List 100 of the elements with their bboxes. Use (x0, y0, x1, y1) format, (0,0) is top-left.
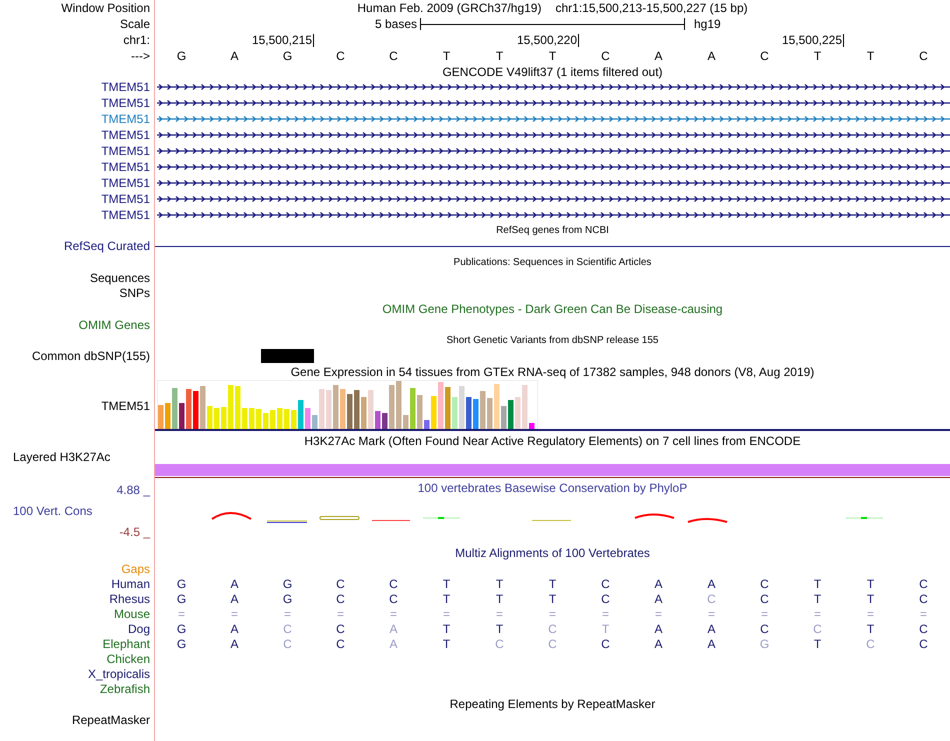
expression-bar[interactable] (501, 406, 506, 429)
expression-bar[interactable] (319, 389, 324, 429)
expression-bar[interactable] (508, 400, 514, 429)
expression-bar[interactable] (522, 385, 528, 429)
expression-bar[interactable] (221, 407, 226, 429)
expression-bar[interactable] (529, 423, 534, 429)
aligned-base: A (654, 636, 662, 650)
aligned-base: A (707, 622, 716, 636)
expression-bar[interactable] (242, 408, 248, 429)
track-label[interactable]: Rhesus (109, 592, 150, 606)
expression-bar[interactable] (396, 381, 402, 429)
expression-bar[interactable] (193, 391, 198, 429)
expression-bar[interactable] (410, 388, 416, 429)
track-label[interactable]: Mouse (114, 606, 150, 620)
expression-bar[interactable] (228, 385, 234, 429)
track-label[interactable]: TMEM51 (101, 399, 150, 413)
variant-block[interactable] (261, 348, 314, 362)
aligned-base: T (602, 622, 610, 636)
gene-label[interactable]: TMEM51 (101, 192, 150, 206)
expression-bar[interactable] (480, 391, 486, 429)
aligned-base: = (920, 606, 927, 620)
base-letter: T (496, 49, 504, 63)
base-letter: C (601, 49, 610, 63)
track-label[interactable]: Zebrafish (100, 682, 150, 696)
base-letter: T (814, 49, 822, 63)
expression-bar[interactable] (165, 403, 170, 429)
gene-arrow-line[interactable] (156, 212, 950, 218)
expression-bar[interactable] (438, 382, 444, 429)
expression-bar[interactable] (326, 390, 332, 429)
track-label[interactable]: Dog (128, 622, 150, 636)
expression-bar[interactable] (424, 420, 430, 429)
expression-bar[interactable] (263, 413, 268, 429)
gene-label[interactable]: TMEM51 (101, 144, 150, 158)
gene-arrow-line[interactable] (156, 196, 950, 202)
track-label[interactable]: Chicken (106, 652, 150, 666)
expression-bar[interactable] (452, 397, 458, 429)
expression-bar[interactable] (417, 395, 422, 429)
track-label[interactable]: RefSeq Curated (64, 239, 150, 253)
gene-label[interactable]: TMEM51 (101, 96, 150, 110)
expression-bar[interactable] (487, 398, 492, 429)
aligned-base: T (866, 576, 874, 590)
expression-bar[interactable] (333, 385, 338, 429)
track-label[interactable]: 100 Vert. Cons (13, 504, 92, 518)
expression-bar[interactable] (515, 397, 520, 429)
track-label[interactable]: SNPs (119, 286, 150, 300)
track-label[interactable]: Elephant (102, 636, 150, 650)
track-label[interactable]: RepeatMasker (72, 712, 150, 726)
gene-label[interactable]: TMEM51 (101, 128, 150, 142)
expression-bar[interactable] (214, 408, 220, 429)
expression-bar[interactable] (431, 396, 436, 429)
expression-bar[interactable] (347, 394, 352, 429)
track-label[interactable]: Human (111, 576, 150, 590)
expression-bar[interactable] (312, 415, 318, 429)
expression-bar[interactable] (340, 389, 346, 429)
track-label[interactable]: Sequences (90, 270, 150, 284)
gene-label[interactable]: TMEM51 (101, 112, 150, 126)
gene-arrow-line[interactable] (156, 132, 950, 138)
expression-bar[interactable] (375, 411, 380, 429)
expression-bar[interactable] (277, 408, 282, 429)
expression-bar[interactable] (186, 389, 192, 429)
gene-arrow-line[interactable] (156, 180, 950, 186)
gene-arrow-line[interactable] (156, 100, 950, 106)
expression-bar[interactable] (200, 386, 206, 429)
expression-bar[interactable] (235, 386, 240, 429)
expression-bar[interactable] (368, 390, 374, 429)
expression-bar[interactable] (305, 408, 310, 429)
expression-bar[interactable] (445, 387, 450, 429)
gene-arrow-line[interactable] (156, 164, 950, 170)
track-label[interactable]: X_tropicalis (88, 666, 150, 680)
expression-bar[interactable] (284, 409, 290, 429)
expression-bar[interactable] (179, 403, 184, 429)
expression-bar[interactable] (473, 399, 478, 429)
gene-label[interactable]: TMEM51 (101, 80, 150, 94)
expression-bar[interactable] (207, 406, 212, 429)
aligned-base: G (176, 576, 186, 590)
gene-label[interactable]: TMEM51 (101, 208, 150, 222)
expression-bar[interactable] (298, 400, 304, 429)
track-label[interactable]: Layered H3K27Ac (13, 450, 110, 464)
expression-bar[interactable] (270, 410, 276, 429)
aligned-base: C (707, 592, 716, 606)
expression-bar[interactable] (354, 390, 360, 429)
expression-bar[interactable] (361, 397, 366, 429)
gene-arrow-line[interactable] (156, 84, 950, 90)
gene-label[interactable]: TMEM51 (101, 176, 150, 190)
expression-bar[interactable] (158, 405, 164, 429)
gene-label[interactable]: TMEM51 (101, 160, 150, 174)
expression-bar[interactable] (249, 408, 254, 429)
track-label[interactable]: Common dbSNP(155) (32, 348, 150, 362)
expression-bar[interactable] (382, 413, 388, 429)
track-label[interactable]: OMIM Genes (78, 318, 150, 332)
track-title: Repeating Elements by RepeatMasker (450, 697, 656, 711)
expression-bar[interactable] (403, 415, 408, 429)
expression-bar[interactable] (466, 397, 472, 429)
expression-bar[interactable] (494, 384, 500, 429)
expression-bar[interactable] (459, 386, 464, 429)
expression-bar[interactable] (256, 409, 262, 429)
expression-bar[interactable] (389, 385, 394, 429)
expression-bar[interactable] (172, 388, 178, 429)
gene-arrow-line[interactable] (156, 148, 950, 154)
expression-bar[interactable] (291, 410, 296, 429)
